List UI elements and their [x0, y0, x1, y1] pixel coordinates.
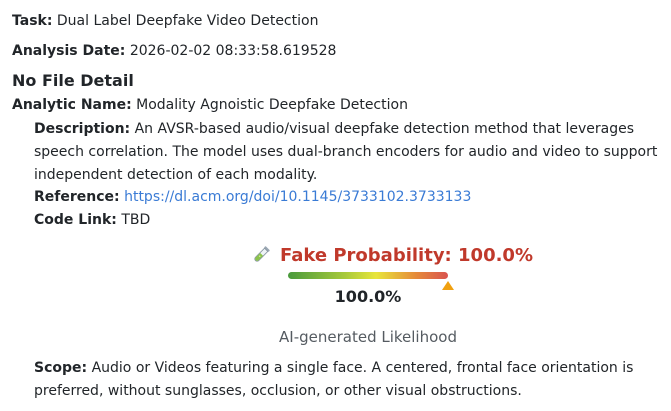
probability-bar [288, 272, 448, 279]
fake-probability-header: Fake Probability: 100.0% [250, 242, 533, 268]
scope-block: Scope: Audio or Videos featuring a singl… [34, 357, 668, 403]
task-row: Task: Dual Label Deepfake Video Detectio… [12, 11, 318, 31]
reference-label: Reference: [34, 189, 120, 205]
analytic-name-row: Analytic Name: Modality Agnoistic Deepfa… [12, 95, 408, 115]
code-link-label: Code Link: [34, 212, 117, 228]
code-link-row: Code Link: TBD [34, 210, 150, 230]
reference-row: Reference: https://dl.acm.org/doi/10.114… [34, 187, 471, 207]
task-label: Task: [12, 13, 53, 29]
test-tube-icon [254, 246, 270, 262]
description-label: Description: [34, 121, 131, 137]
likelihood-label: AI-generated Likelihood [279, 328, 457, 346]
task-value: Dual Label Deepfake Video Detection [56, 13, 319, 29]
probability-percent: 100.0% [334, 287, 402, 306]
analysis-date-value: 2026-02-02 08:33:58.619528 [129, 43, 337, 59]
reference-link[interactable]: https://dl.acm.org/doi/10.1145/3733102.3… [124, 189, 471, 205]
analysis-date-row: Analysis Date: 2026-02-02 08:33:58.61952… [12, 41, 336, 61]
fake-probability-text: Fake Probability: 100.0% [280, 244, 533, 266]
analytic-name-value: Modality Agnoistic Deepfake Detection [136, 97, 408, 113]
description-block: Description: An AVSR-based audio/visual … [34, 118, 668, 187]
file-detail-heading: No File Detail [12, 71, 134, 90]
scope-text: Audio or Videos featuring a single face.… [34, 360, 634, 399]
code-link-value: TBD [121, 212, 151, 228]
analytic-name-label: Analytic Name: [12, 97, 132, 113]
scope-label: Scope: [34, 360, 88, 376]
analysis-date-label: Analysis Date: [12, 43, 126, 59]
